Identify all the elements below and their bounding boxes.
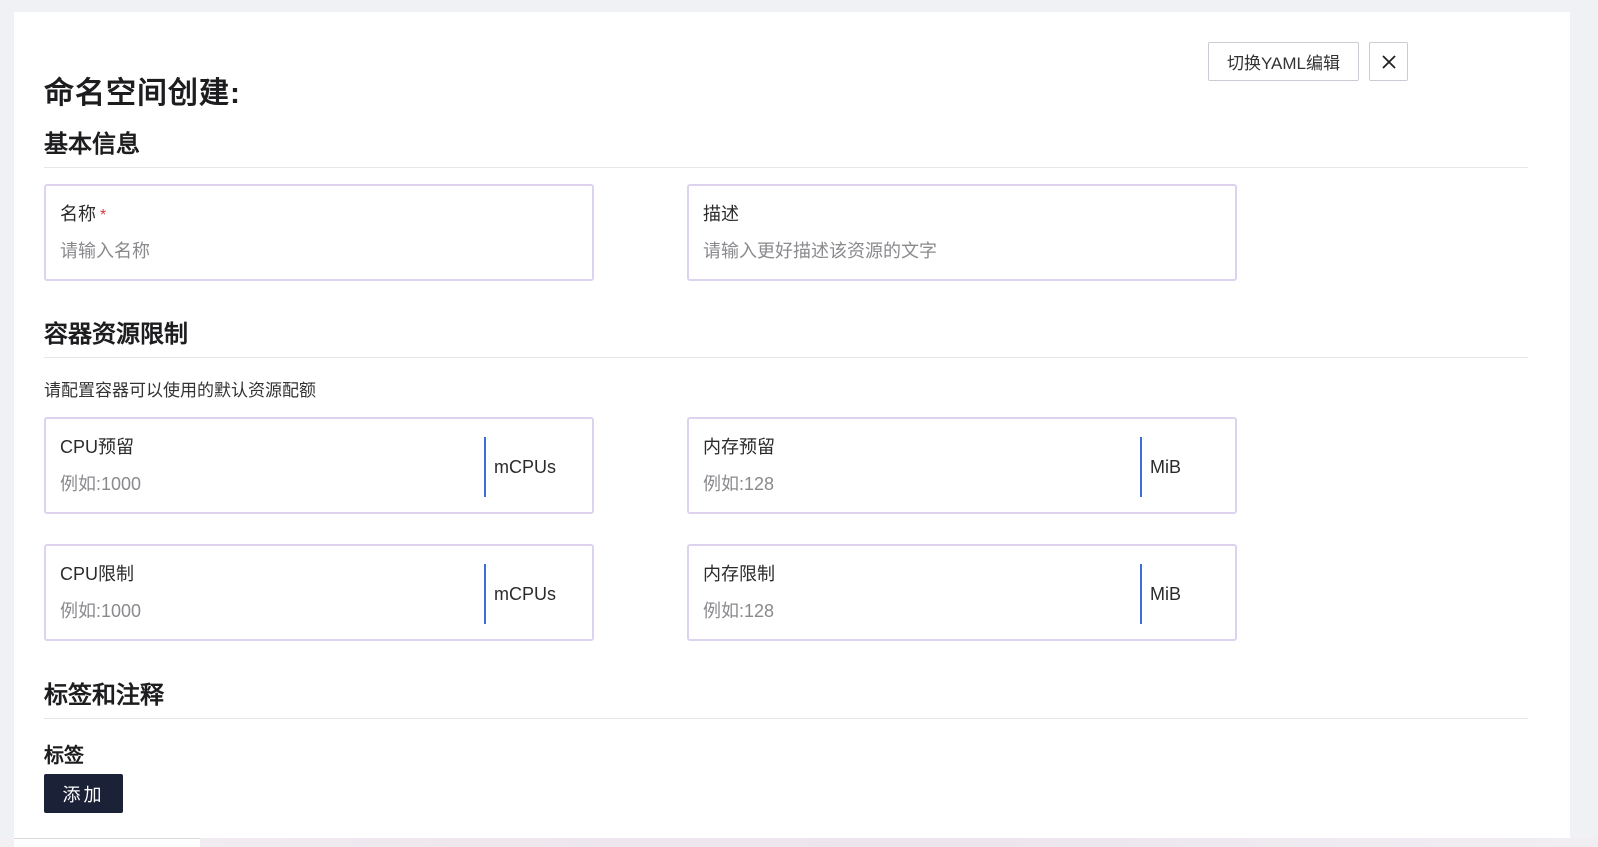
- unit-separator: [484, 564, 486, 624]
- cpu-limit-field: CPU限制 mCPUs: [44, 544, 594, 641]
- memory-limit-unit: MiB: [1150, 584, 1181, 604]
- section-title-labels-annotations: 标签和注释: [44, 682, 164, 709]
- section-divider: [44, 357, 1528, 358]
- cpu-reserve-label: CPU预留: [60, 437, 135, 457]
- name-input[interactable]: [60, 236, 470, 266]
- memory-limit-label: 内存限制: [703, 564, 775, 584]
- description-field-label: 描述: [703, 204, 739, 224]
- bottom-tab[interactable]: [14, 838, 200, 847]
- cpu-reserve-input[interactable]: [60, 469, 470, 499]
- cpu-reserve-unit: mCPUs: [494, 457, 556, 477]
- add-label-button[interactable]: 添加: [44, 774, 123, 813]
- unit-separator: [1140, 437, 1142, 497]
- cpu-limit-input[interactable]: [60, 596, 470, 626]
- name-field: 名称 *: [44, 184, 594, 281]
- switch-yaml-button[interactable]: 切换YAML编辑: [1208, 42, 1359, 81]
- name-field-label: 名称 *: [60, 204, 107, 224]
- description-field: 描述: [687, 184, 1237, 281]
- memory-limit-input[interactable]: [703, 596, 1113, 626]
- section-title-basic-info: 基本信息: [44, 131, 140, 158]
- required-mark: *: [100, 207, 107, 224]
- bottom-taskbar-strip: [0, 838, 1598, 847]
- page-title: 命名空间创建:: [44, 77, 241, 110]
- memory-reserve-input[interactable]: [703, 469, 1113, 499]
- close-icon: [1381, 54, 1396, 69]
- unit-separator: [1140, 564, 1142, 624]
- unit-separator: [484, 437, 486, 497]
- memory-reserve-unit: MiB: [1150, 457, 1181, 477]
- section-divider: [44, 167, 1528, 168]
- memory-limit-field: 内存限制 MiB: [687, 544, 1237, 641]
- labels-subtitle: 标签: [44, 745, 84, 767]
- cpu-limit-label: CPU限制: [60, 564, 135, 584]
- resource-limits-hint: 请配置容器可以使用的默认资源配额: [44, 381, 316, 400]
- create-namespace-panel: 命名空间创建: 切换YAML编辑 基本信息 名称* 描述 容器资源限制 请配置容…: [14, 12, 1570, 842]
- section-divider: [44, 718, 1528, 719]
- description-input[interactable]: [703, 236, 1223, 266]
- memory-reserve-field: 内存预留 MiB: [687, 417, 1237, 514]
- cpu-reserve-field: CPU预留 mCPUs: [44, 417, 594, 514]
- memory-reserve-label: 内存预留: [703, 437, 775, 457]
- cpu-limit-unit: mCPUs: [494, 584, 556, 604]
- close-button[interactable]: [1369, 42, 1408, 81]
- section-title-resource-limits: 容器资源限制: [44, 321, 188, 348]
